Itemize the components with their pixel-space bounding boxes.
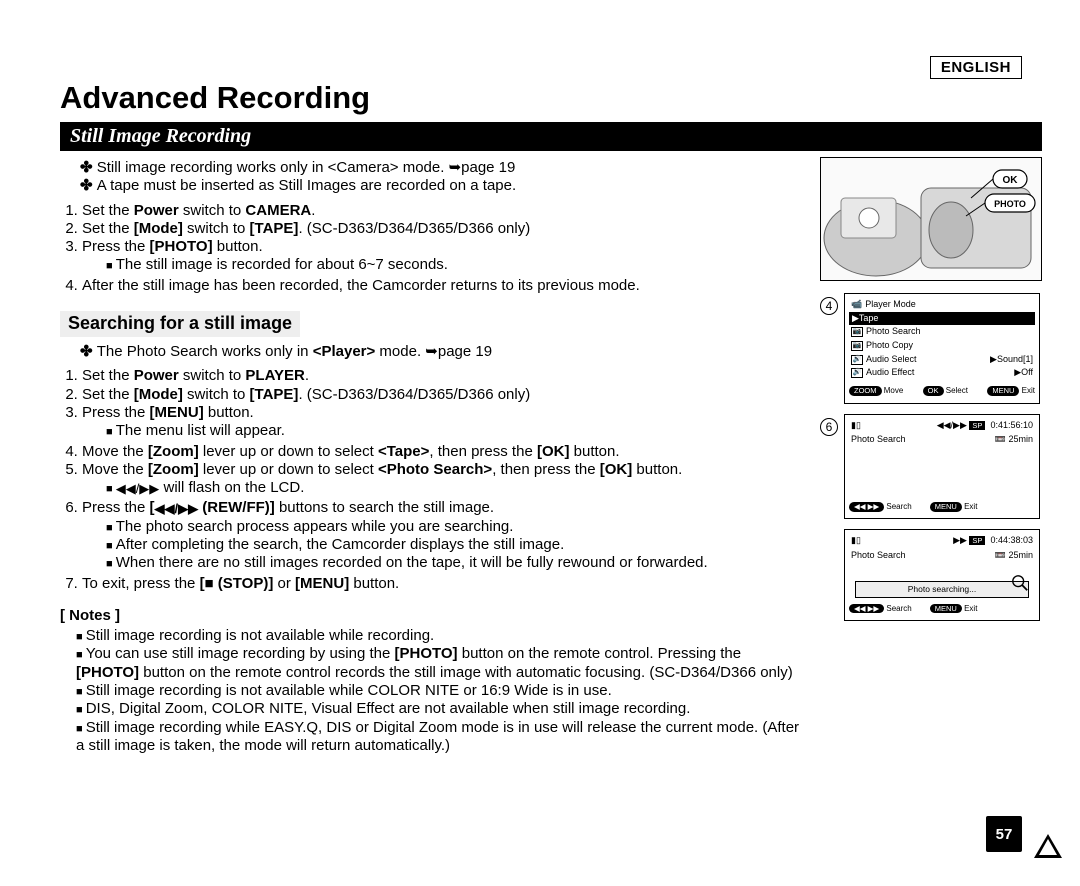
remaining-time: 25min [1008, 434, 1033, 444]
menu-item: 📷 Photo Search [849, 325, 1035, 339]
step: Move the [Zoom] lever up or down to sele… [82, 461, 808, 498]
lcd-menu-screen: 📹 Player Mode ▶Tape 📷 Photo Search 📷 Pho… [844, 293, 1040, 404]
sp-badge: SP [969, 421, 985, 430]
intro-line: Still image recording works only in <Cam… [80, 159, 808, 177]
intro-line: A tape must be inserted as Still Images … [80, 177, 808, 195]
camera-illustration: OK PHOTO [820, 157, 1042, 281]
timecode: 0:41:56:10 [990, 420, 1033, 430]
substep: ◀◀/▶▶ will flash on the LCD. [106, 479, 808, 497]
step: Set the [Mode] switch to [TAPE]. (SC-D36… [82, 386, 808, 404]
camera-icon: 📷 [851, 327, 863, 337]
rewff-icon: ◀◀/▶▶ [937, 420, 967, 430]
lcd-mode-title: Photo Search [851, 434, 906, 446]
substep: The photo search process appears while y… [106, 518, 808, 536]
step: Set the Power switch to PLAYER. [82, 367, 808, 385]
magnifier-icon [1011, 574, 1029, 592]
lcd-mode-title: Photo Search [851, 550, 906, 562]
rewff-pill: ◀◀ ▶▶ [849, 604, 884, 614]
subsection-heading: Searching for a still image [60, 311, 300, 337]
substep: After completing the search, the Camcord… [106, 536, 808, 554]
searching-message: Photo searching... [855, 581, 1029, 598]
corner-triangle-icon-inner [1039, 839, 1057, 855]
menu-item: 📷 Photo Copy [849, 339, 1035, 353]
intro-line: The Photo Search works only in <Player> … [80, 343, 808, 361]
step-marker-4: 4 [820, 297, 838, 315]
battery-icon: ▮▯ [851, 420, 861, 432]
menu-item: 🔊 Audio Select ▶Sound[1] [849, 353, 1035, 367]
illustration-column: OK PHOTO 4 📹 Player Mode ▶Tape 📷 Phot [820, 157, 1042, 631]
rewff-pill: ◀◀ ▶▶ [849, 502, 884, 512]
svg-text:OK: OK [1003, 175, 1019, 186]
step: After the still image has been recorded,… [82, 277, 808, 295]
sp-badge: SP [969, 536, 985, 545]
lcd-search-screen: ▮▯ ◀◀/▶▶ SP 0:41:56:10 Photo Search 📼 25… [844, 414, 1040, 520]
page-number: 57 [986, 816, 1022, 852]
tape-icon: 📼 [995, 434, 1006, 444]
note: Still image recording is not available w… [76, 627, 808, 645]
tape-icon: 📼 [995, 550, 1006, 560]
step: Set the [Mode] switch to [TAPE]. (SC-D36… [82, 220, 808, 238]
main-text-column: Still image recording works only in <Cam… [60, 157, 808, 761]
step-marker-6: 6 [820, 418, 838, 436]
lcd-searching-screen: ▮▯ ▶▶ SP 0:44:38:03 Photo Search 📼 25min… [844, 529, 1040, 621]
step: Press the [◀◀/▶▶ (REW/FF)] buttons to se… [82, 499, 808, 572]
camcorder-icon: 📹 [851, 299, 862, 311]
substep: The menu list will appear. [106, 422, 808, 440]
step: Press the [MENU] button. The menu list w… [82, 404, 808, 441]
language-badge: ENGLISH [930, 56, 1022, 79]
speaker-icon: 🔊 [851, 368, 863, 378]
substep: When there are no still images recorded … [106, 554, 808, 572]
battery-icon: ▮▯ [851, 535, 861, 547]
speaker-icon: 🔊 [851, 355, 863, 365]
menu-item: 🔊 Audio Effect ▶Off [849, 366, 1035, 380]
note: Still image recording is not available w… [76, 682, 808, 700]
lcd-title: Player Mode [865, 299, 916, 311]
note: DIS, Digital Zoom, COLOR NITE, Visual Ef… [76, 700, 808, 718]
timecode: 0:44:38:03 [990, 535, 1033, 545]
notes-heading: [ Notes ] [60, 607, 808, 625]
substep: The still image is recorded for about 6~… [106, 256, 808, 274]
note: You can use still image recording by usi… [76, 645, 808, 682]
ff-icon: ▶▶ [953, 535, 967, 545]
section-heading: Still Image Recording [60, 122, 1042, 151]
step: To exit, press the [■ (STOP)] or [MENU] … [82, 575, 808, 593]
remaining-time: 25min [1008, 550, 1033, 560]
svg-text:PHOTO: PHOTO [994, 199, 1026, 209]
menu-item-tape: ▶Tape [849, 312, 1035, 326]
page-title: Advanced Recording [60, 80, 1042, 116]
note: Still image recording while EASY.Q, DIS … [76, 719, 808, 756]
step: Press the [PHOTO] button. The still imag… [82, 238, 808, 275]
camera-icon: 📷 [851, 341, 863, 351]
step: Move the [Zoom] lever up or down to sele… [82, 443, 808, 461]
step: Set the Power switch to CAMERA. [82, 202, 808, 220]
